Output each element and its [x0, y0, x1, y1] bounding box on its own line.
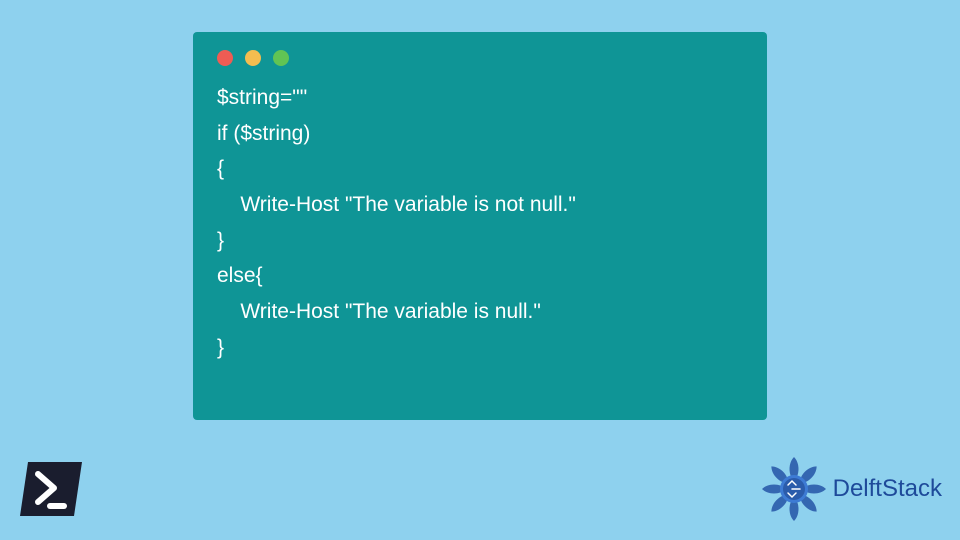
code-line: else{ [217, 264, 263, 287]
code-line: if ($string) [217, 122, 310, 145]
window-traffic-lights [217, 50, 743, 66]
minimize-icon [245, 50, 261, 66]
delftstack-logo: DelftStack [759, 454, 942, 524]
code-line: $string="" [217, 86, 307, 109]
delftstack-text: DelftStack [833, 475, 942, 503]
code-line: } [217, 229, 224, 252]
close-icon [217, 50, 233, 66]
maximize-icon [273, 50, 289, 66]
code-line: Write-Host "The variable is not null." [217, 193, 576, 216]
code-line: { [217, 157, 224, 180]
code-line: Write-Host "The variable is null." [217, 300, 541, 323]
delft-mandala-icon [759, 454, 829, 524]
code-line: } [217, 336, 224, 359]
powershell-icon [18, 460, 84, 518]
code-window: $string="" if ($string) { Write-Host "Th… [193, 32, 767, 420]
code-block: $string="" if ($string) { Write-Host "Th… [217, 80, 743, 366]
